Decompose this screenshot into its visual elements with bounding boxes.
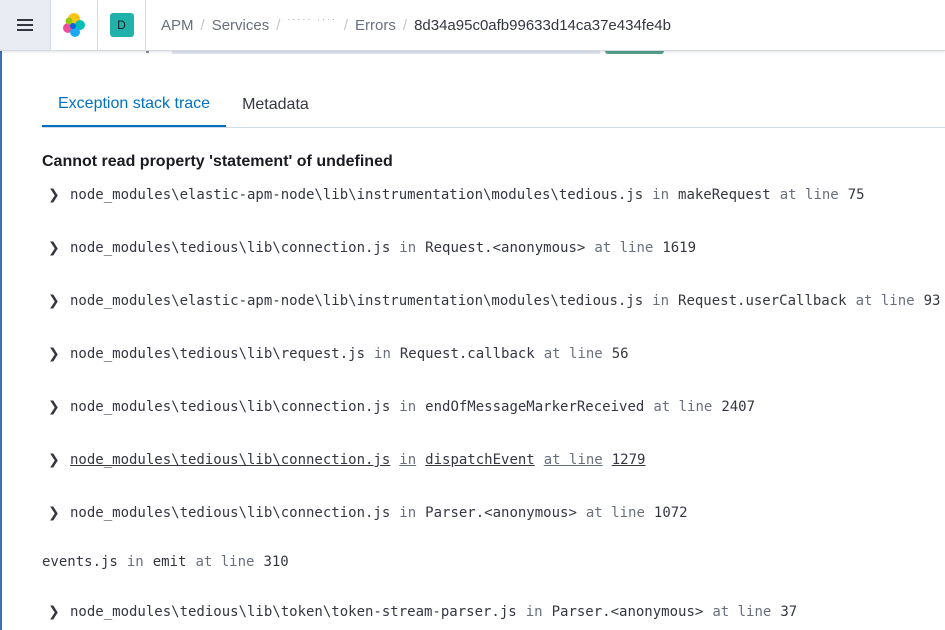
hamburger-menu-icon [17,19,33,31]
exception-message: Cannot read property 'statement' of unde… [42,153,393,170]
chevron-right-icon: ❯ [48,604,60,620]
frame-at-keyword: at line [779,187,839,203]
chevron-right-icon: ❯ [48,293,60,309]
frame-in-keyword: in [525,604,543,620]
space-avatar: D [109,13,134,37]
frame-function: Parser.<anonymous> [551,604,704,620]
frame-at-keyword: at line [594,240,654,256]
frame-function: emit [152,554,187,570]
frame-file-path: node_modules\tedious\lib\request.js [70,346,366,362]
frame-file-path: node_modules\tedious\lib\connection.js [70,452,391,468]
frame-function: dispatchEvent [425,452,535,468]
breadcrumb-errors[interactable]: Errors [355,17,396,34]
chevron-right-icon: ❯ [48,187,60,203]
breadcrumb-separator: / [276,16,281,34]
elastic-logo-icon [63,13,85,37]
frame-file-path: node_modules\tedious\lib\connection.js [70,399,391,415]
frame-file-path: node_modules\elastic-apm-node\lib\instru… [70,187,644,203]
menu-button[interactable] [0,0,51,50]
breadcrumb: APM / Services / ····· ···· / Errors / 8… [146,14,671,34]
frame-in-keyword: in [399,240,417,256]
frame-line-number: 1619 [662,240,697,256]
frame-at-keyword: at line [855,293,915,309]
frame-file-path: events.js [42,554,118,570]
frame-file-path: node_modules\tedious\lib\token\token-str… [70,604,517,620]
frame-line-number: 2407 [721,399,756,415]
stack-frame[interactable]: ❯ node_modules\tedious\lib\request.js in… [42,344,629,364]
stack-frame-library: events.js in emit at line 310 [42,552,289,572]
frame-in-keyword: in [652,187,670,203]
chevron-right-icon: ❯ [48,452,60,468]
breadcrumb-apm[interactable]: APM [161,17,194,34]
frame-line-number: 37 [780,604,798,620]
frame-file-path: node_modules\tedious\lib\connection.js [70,505,391,521]
chevron-right-icon: ❯ [48,399,60,415]
frame-at-keyword: at line [543,452,603,468]
frame-at-keyword: at line [653,399,713,415]
breadcrumb-separator: / [343,16,349,34]
breadcrumb-services[interactable]: Services [212,17,270,34]
frame-in-keyword: in [126,554,144,570]
stack-frame[interactable]: ❯ node_modules\tedious\lib\token\token-s… [42,602,797,622]
chevron-right-icon: ❯ [48,240,60,256]
frame-line-number: 93 [923,293,941,309]
error-tabs: Exception stack trace Metadata [42,83,945,128]
frame-at-keyword: at line [195,554,255,570]
breadcrumb-separator: / [200,16,205,34]
stack-frame[interactable]: ❯ node_modules\tedious\lib\connection.js… [42,503,688,523]
frame-function: Request.<anonymous> [425,240,586,256]
frame-in-keyword: in [374,346,391,362]
frame-function: endOfMessageMarkerReceived [425,399,645,415]
stack-frame[interactable]: ❯ node_modules\tedious\lib\connection.js… [42,238,696,258]
frame-in-keyword: in [399,399,417,415]
chevron-right-icon: ❯ [48,346,60,362]
side-nav-edge [0,0,2,630]
frame-line-number: 1279 [611,452,646,468]
stack-frame[interactable]: ❯ node_modules\tedious\lib\connection.js… [42,397,755,417]
frame-function: Parser.<anonymous> [425,505,577,521]
frame-line-number: 1072 [653,505,688,521]
frame-file-path: node_modules\elastic-apm-node\lib\instru… [70,293,644,309]
frame-function: Request.callback [399,346,535,362]
stack-frame[interactable]: ❯ node_modules\tedious\lib\connection.js… [42,450,645,470]
elastic-logo[interactable] [51,0,98,50]
frame-in-keyword: in [399,452,417,468]
frame-in-keyword: in [399,505,417,521]
frame-function: makeRequest [678,187,771,203]
frame-line-number: 75 [847,187,865,203]
top-header: D APM / Services / ····· ···· / Errors /… [0,0,945,51]
breadcrumb-error-id: 8d34a95c0afb99633d14ca37e434fe4b [414,16,671,34]
frame-line-number: 310 [263,554,289,570]
frame-function: Request.userCallback [678,293,847,309]
chevron-right-icon: ❯ [48,505,60,521]
space-selector[interactable]: D [98,0,146,50]
frame-at-keyword: at line [543,346,603,362]
frame-file-path: node_modules\tedious\lib\connection.js [70,240,391,256]
breadcrumb-service-name[interactable]: ····· ···· [287,14,336,24]
frame-line-number: 56 [611,346,629,362]
breadcrumb-separator: / [402,16,408,34]
frame-at-keyword: at line [585,505,645,521]
tab-metadata[interactable]: Metadata [226,83,325,127]
tab-exception-stack-trace[interactable]: Exception stack trace [42,83,227,127]
frame-in-keyword: in [652,293,670,309]
stack-frame[interactable]: ❯ node_modules\elastic-apm-node\lib\inst… [42,185,865,205]
stack-frame[interactable]: ❯ node_modules\elastic-apm-node\lib\inst… [42,291,940,311]
frame-at-keyword: at line [712,604,772,620]
